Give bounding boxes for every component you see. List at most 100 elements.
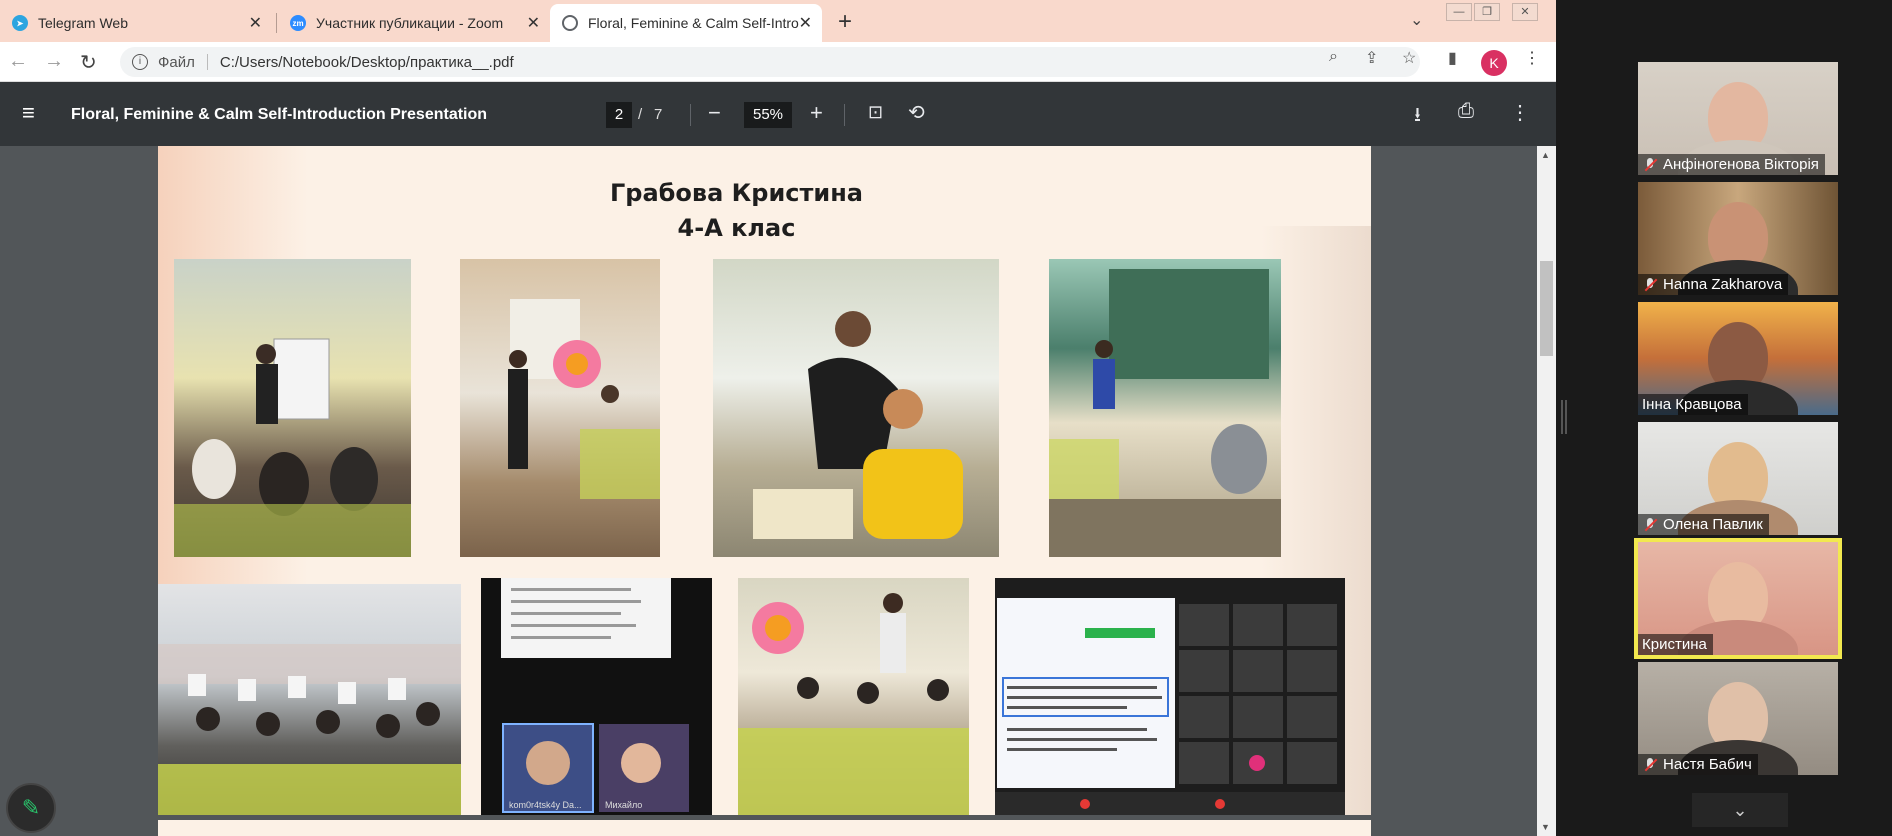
bookmark-star-icon[interactable]: ☆ [1402,48,1416,68]
page-number-input[interactable]: 2 [606,102,632,128]
classroom-photo-3-image [753,311,963,539]
zoom-in-icon[interactable]: + [810,100,823,126]
chevron-down-icon[interactable]: ⌄ [1692,793,1788,827]
participant-name: Hanna Zakharova [1638,274,1789,295]
online-lesson-screenshot-2 [995,578,1345,815]
download-icon[interactable]: ⭳ [1414,100,1421,134]
close-icon[interactable]: ✕ [527,13,540,33]
tab-search-button[interactable]: ⌄ [1410,10,1423,30]
pdf-page: Грабова Кристина 4-А клас kom0r4tsk4y Da… [158,146,1371,815]
classroom-photo-3 [713,259,999,557]
participant-name-text: Настя Бабич [1663,756,1752,773]
participant-name: Інна Кравцова [1638,394,1748,415]
scroll-up-icon[interactable]: ▲ [1541,150,1550,160]
participant-tile[interactable]: Hanna Zakharova [1638,182,1838,295]
slide-title-class: 4-А клас [677,214,796,242]
toolbar-divider [844,104,845,126]
tab-pdf[interactable]: Floral, Feminine & Calm Self-Intro ✕ [550,4,822,42]
participant-name: Настя Бабич [1638,754,1758,775]
menu-icon[interactable]: ≡ [22,102,35,124]
classroom-photo-5-image [158,644,461,815]
address-bar[interactable]: i Файл C:/Users/Notebook/Desktop/практик… [120,47,1420,77]
profile-avatar[interactable]: K [1481,50,1507,76]
scrollbar[interactable] [1537,146,1556,836]
classroom-photo-4-image [1049,269,1281,557]
side-panel-icon[interactable]: ▮ [1448,48,1457,68]
online-lesson-screenshot-1: kom0r4tsk4y Da... Михайло [481,578,712,815]
new-tab-button[interactable]: + [838,8,852,36]
more-vert-icon[interactable]: ⋮ [1524,48,1540,68]
fit-page-icon[interactable]: ⊡ [868,102,883,123]
reload-icon[interactable]: ↻ [80,50,97,75]
participant-tile[interactable]: Олена Павлик [1638,422,1838,535]
address-scheme: Файл [158,53,195,71]
zoom-level-input[interactable]: 55% [744,102,792,128]
pdf-next-page [158,820,1371,836]
address-divider [206,54,208,70]
print-icon[interactable]: ⎙ [1458,100,1474,123]
classroom-photo-2-image [508,299,660,499]
tab-zoom[interactable]: zm Участник публикации - Zoom ✕ [278,4,550,42]
close-icon[interactable]: ✕ [799,13,812,33]
globe-icon [562,15,578,31]
classroom-photo-5 [158,584,461,815]
svg-text:kom0r4tsk4y Da...: kom0r4tsk4y Da... [509,800,582,810]
online-lesson-screenshot-1-image: kom0r4tsk4y Da... Михайло [501,578,689,813]
classroom-photo-6 [738,578,969,815]
mic-muted-icon [1642,277,1658,293]
participant-name-text: Анфіногенова Вікторія [1663,156,1819,173]
address-url[interactable]: C:/Users/Notebook/Desktop/практика__.pdf [220,54,514,71]
minimize-button[interactable]: — [1446,3,1472,21]
participant-name: Анфіногенова Вікторія [1638,154,1825,175]
participant-name: Кристина [1638,634,1713,655]
tab-title: Участник публикации - Zoom [316,15,504,31]
participant-tile[interactable]: Інна Кравцова [1638,302,1838,415]
pdf-document-area[interactable]: Грабова Кристина 4-А клас kom0r4tsk4y Da… [0,146,1556,836]
info-icon[interactable]: i [132,54,148,70]
participant-name-text: Інна Кравцова [1642,396,1742,413]
mic-muted-icon [1642,157,1658,173]
tab-title: Telegram Web [38,15,129,31]
restore-button[interactable]: ❐ [1474,3,1500,21]
mic-muted-icon [1642,757,1658,773]
slide-title-name: Грабова Кристина [610,179,863,207]
classroom-photo-1 [174,259,411,557]
more-vert-icon[interactable]: ⋮ [1510,100,1530,125]
participant-tile[interactable]: Анфіногенова Вікторія [1638,62,1838,175]
close-icon[interactable]: ✕ [249,13,262,33]
mic-muted-icon [1642,517,1658,533]
browser-window: ➤ Telegram Web ✕ zm Участник публикации … [0,0,1556,836]
classroom-photo-6-image [738,593,969,815]
page-separator: / [638,106,643,123]
participant-name: Олена Павлик [1638,514,1769,535]
close-window-button[interactable]: ✕ [1512,3,1538,21]
scrollbar-thumb[interactable] [1540,261,1553,356]
tab-telegram[interactable]: ➤ Telegram Web ✕ [0,4,272,42]
rotate-icon[interactable]: ⟲ [908,100,925,125]
zoom-out-icon[interactable]: − [708,100,721,126]
zoom-magnifier-icon[interactable]: ⌕ [1329,48,1338,66]
participant-name-text: Кристина [1642,636,1707,653]
tab-title: Floral, Feminine & Calm Self-Intro [588,15,799,31]
participant-tile[interactable]: Настя Бабич [1638,662,1838,775]
tab-bar: ➤ Telegram Web ✕ zm Участник публикации … [0,0,1556,42]
participant-name-text: Олена Павлик [1663,516,1763,533]
classroom-photo-1-image [174,338,411,557]
pdf-title: Floral, Feminine & Calm Self-Introductio… [71,106,488,123]
page-total: 7 [654,106,663,123]
scroll-down-icon[interactable]: ▼ [1541,822,1550,832]
classroom-photo-4 [1049,259,1281,557]
tab-divider [276,13,277,33]
participant-tile-active-speaker[interactable]: Кристина [1634,538,1842,659]
svg-text:Михайло: Михайло [605,800,642,810]
resize-handle[interactable] [1561,400,1567,434]
zoom-icon: zm [290,15,306,31]
classroom-photo-2 [460,259,660,557]
back-icon[interactable]: ← [8,50,28,73]
annotate-pencil-button[interactable]: ✎ [6,783,56,833]
forward-icon[interactable]: → [44,50,64,73]
participant-name-text: Hanna Zakharova [1663,276,1783,293]
telegram-icon: ➤ [12,15,28,31]
share-icon[interactable]: ⇪ [1365,48,1378,68]
screen: ➤ Telegram Web ✕ zm Участник публикации … [0,0,1892,836]
